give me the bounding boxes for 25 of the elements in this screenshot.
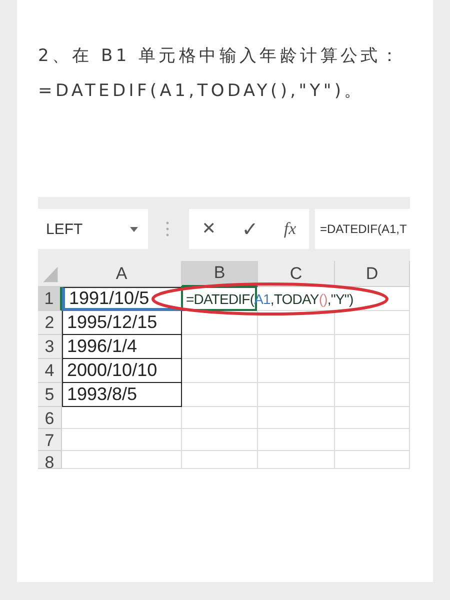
caret-icon — [130, 226, 138, 232]
row-header[interactable]: 3 — [38, 335, 62, 359]
table-cell: 1993/8/5 — [62, 383, 182, 407]
name-box[interactable]: LEFT — [38, 209, 148, 249]
enter-button[interactable]: ✓ — [238, 217, 262, 241]
column-header[interactable]: B — [182, 261, 258, 287]
column-header[interactable]: D — [335, 261, 410, 287]
row-header[interactable]: 4 — [38, 359, 62, 383]
formula-bar[interactable]: =DATEDIF(A1,T — [315, 209, 410, 249]
insert-function-button[interactable]: fx — [280, 219, 300, 239]
instruction-text: 2、在 B1 单元格中输入年龄计算公式： — [38, 45, 402, 67]
row-header[interactable]: 7 — [38, 429, 62, 451]
row-header[interactable]: 5 — [38, 383, 62, 407]
row-header[interactable]: 8 — [38, 451, 62, 469]
row-header[interactable]: 2 — [38, 311, 62, 335]
table-cell: 2000/10/10 — [62, 359, 182, 383]
instruction-text: =DATEDIF(A1,TODAY(),"Y")。 — [38, 80, 366, 102]
table-cell: 1996/1/4 — [62, 335, 182, 359]
table-cell: 1991/10/5 — [62, 287, 182, 311]
table-cell: 1995/12/15 — [62, 311, 182, 335]
cancel-button[interactable]: ✕ — [198, 219, 220, 239]
grip-icon — [166, 221, 169, 237]
row-header[interactable]: 6 — [38, 407, 62, 429]
column-header[interactable]: A — [62, 261, 182, 287]
row-header[interactable]: 1 — [38, 287, 62, 311]
